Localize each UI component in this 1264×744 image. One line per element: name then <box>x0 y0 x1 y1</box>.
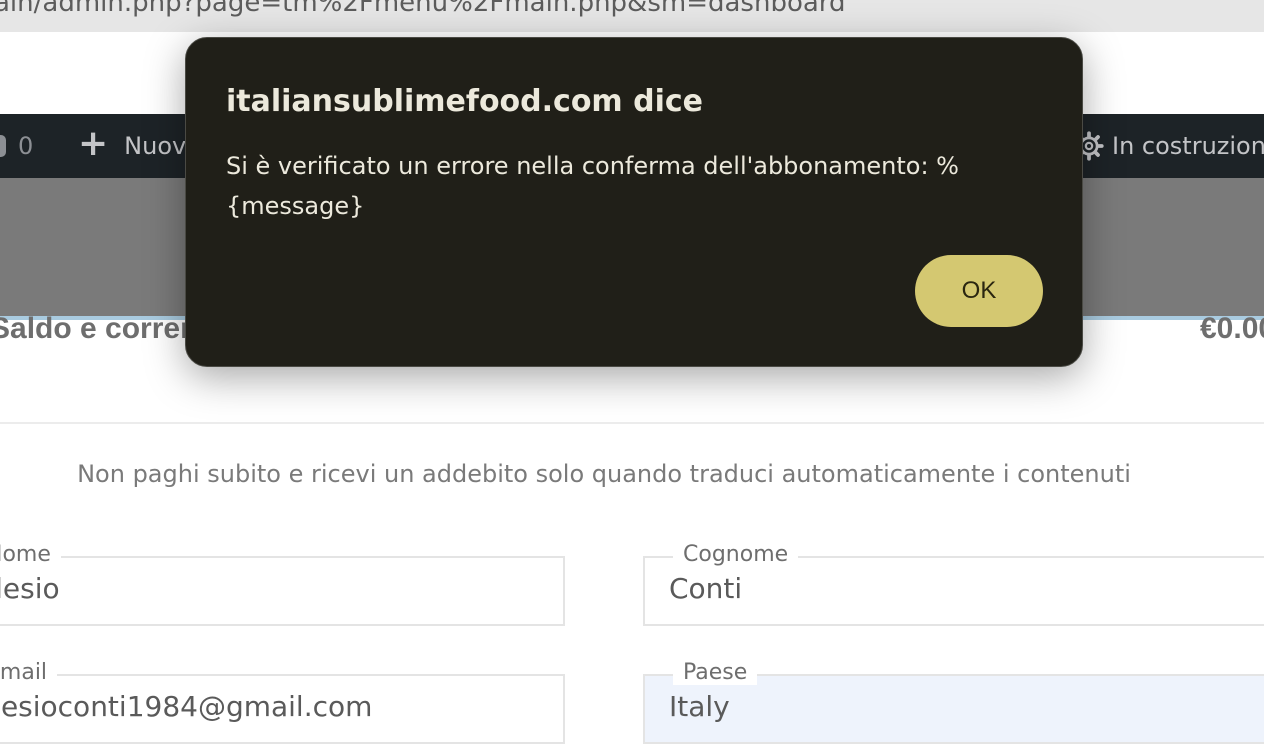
alert-dialog: italiansublimefood.com dice Si è verific… <box>185 37 1083 367</box>
ok-button[interactable]: OK <box>915 255 1043 327</box>
dialog-title: italiansublimefood.com dice <box>226 84 704 119</box>
dialog-message: Si è verificato un errore nella conferma… <box>226 152 959 220</box>
